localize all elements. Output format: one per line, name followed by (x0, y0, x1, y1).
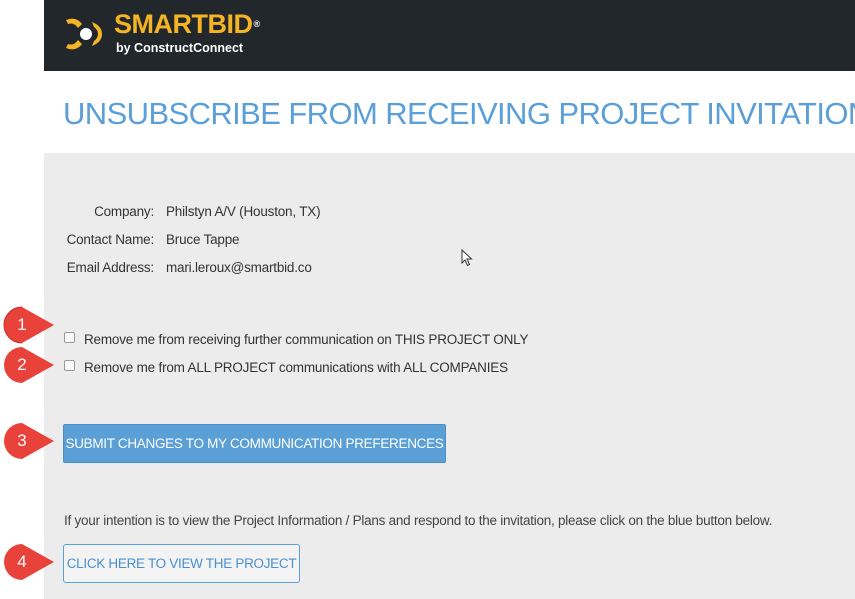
all-projects-label[interactable]: Remove me from ALL PROJECT communication… (84, 360, 508, 375)
step-marker-number: 4 (17, 552, 27, 571)
view-project-button[interactable]: CLICK HERE TO VIEW THE PROJECT (63, 544, 300, 583)
step-marker-number: 3 (17, 431, 27, 450)
option-this-project[interactable]: Remove me from receiving further communi… (64, 330, 528, 348)
step-marker-4: 4 (2, 542, 60, 582)
page-title: UNSUBSCRIBE FROM RECEIVING PROJECT INVIT… (63, 96, 855, 131)
company-value: Philstyn A/V (Houston, TX) (166, 204, 321, 219)
this-project-checkbox[interactable] (64, 331, 75, 343)
all-projects-checkbox[interactable] (64, 359, 75, 371)
registered-mark: ® (253, 19, 261, 29)
step-marker-3: 3 (2, 421, 60, 461)
email-address-label: Email Address: (66, 260, 154, 275)
step-marker-2: 2 (2, 345, 60, 385)
smartbid-logo-icon (66, 18, 102, 50)
contact-name-label: Contact Name: (66, 232, 155, 247)
this-project-label[interactable]: Remove me from receiving further communi… (84, 332, 528, 347)
brand-tagline: by ConstructConnect (116, 41, 244, 55)
email-address-value: mari.leroux@smartbid.co (166, 260, 312, 275)
company-label: Company: (94, 204, 154, 219)
submit-preferences-button[interactable]: SUBMIT CHANGES TO MY COMMUNICATION PREFE… (63, 424, 446, 463)
step-marker-number: 1 (17, 315, 27, 334)
step-marker-number: 2 (17, 355, 27, 374)
mouse-pointer-icon (461, 249, 473, 267)
option-all-projects[interactable]: Remove me from ALL PROJECT communication… (64, 358, 508, 376)
step-marker-1: 1 (2, 305, 60, 345)
contact-name-value: Bruce Tappe (166, 232, 240, 247)
brand-wordmark: SMARTBID® (114, 9, 260, 39)
view-project-instructions: If your intention is to view the Project… (64, 513, 773, 528)
